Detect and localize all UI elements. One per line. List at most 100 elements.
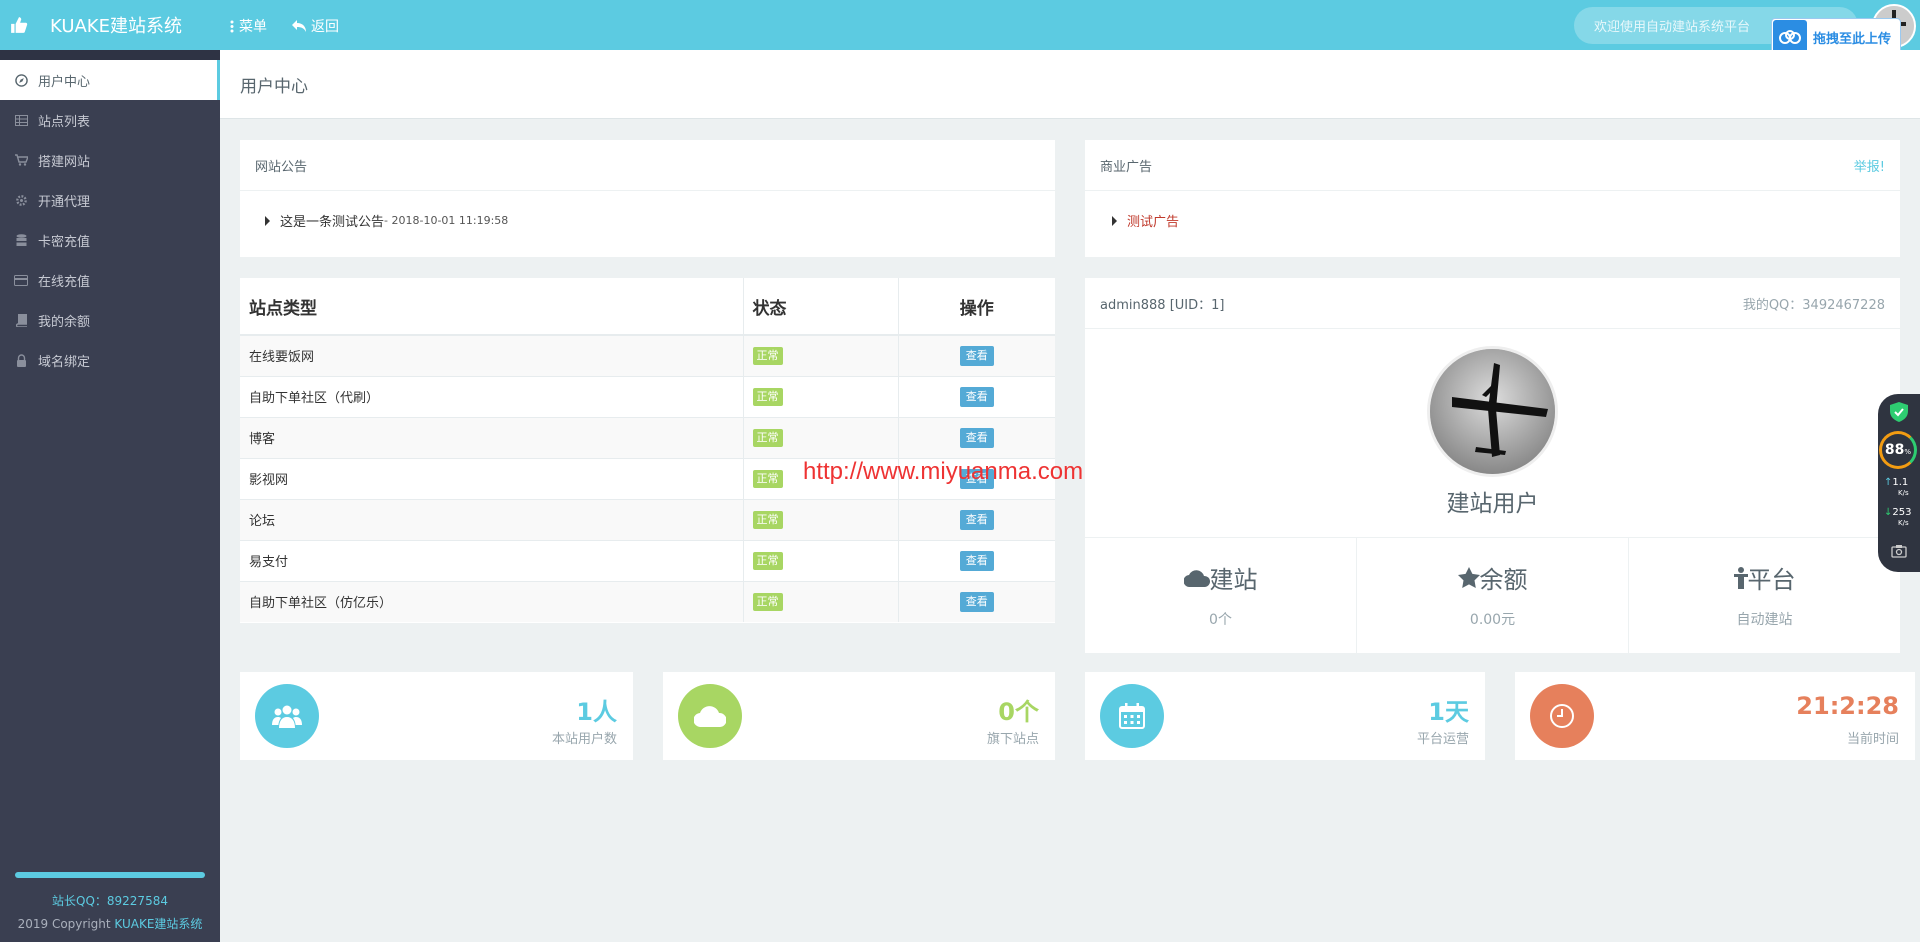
sidebar-item-online-recharge[interactable]: 在线充值 [0,260,220,300]
status-cell: 正常 [742,334,898,376]
sidebar-item-label: 我的余额 [38,314,91,330]
view-button[interactable]: 查看 [959,509,994,530]
view-button[interactable]: 查看 [959,345,994,366]
upload-speed: ↑1.1 K/s [1884,478,1909,498]
top-navbar: KUAKE建站系统 菜单 返回 欢迎使用自动建站系统平台 [0,0,1920,50]
action-cell: 查看 [897,539,1055,581]
ad-item[interactable]: 测试广告 [1085,191,1900,230]
user-identity: admin888 [UID：1] [1100,294,1224,313]
caret-right-icon [265,215,270,226]
download-speed-unit: K/s [1898,519,1909,527]
view-button[interactable]: 查看 [959,591,994,612]
site-type-panel: 站点类型 状态 操作 在线要饭网 正常 查看 自助下单社区（代刷） 正常 查看 … [240,278,1055,623]
shield-icon [1890,402,1908,422]
action-cell: 查看 [897,416,1055,458]
sidebar-item-label: 开通代理 [38,194,91,210]
stat-card-caption: 平台运营 [1416,732,1469,747]
back-label: 返回 [311,19,339,35]
report-link[interactable]: 举报! [1854,156,1885,175]
stat-card-caption: 旗下站点 [986,732,1039,747]
action-cell: 查看 [897,334,1055,376]
status-cell: 正常 [742,375,898,417]
notice-item-date: - 2018-10-01 11:19:58 [384,214,509,227]
user-uid: [UID：1] [1169,297,1225,313]
table-row: 自助下单社区（仿亿乐） 正常 查看 [240,580,1055,622]
book-icon [14,313,28,327]
view-button[interactable]: 查看 [959,427,994,448]
upload-speed-unit: K/s [1898,489,1909,497]
sidebar-item-site-list[interactable]: 站点列表 [0,100,220,140]
thumbs-up-icon [11,17,28,33]
col-header-status: 状态 [742,278,898,336]
user-role: 建站用户 [1446,491,1539,517]
database-icon [14,233,28,247]
users-icon [255,684,319,748]
status-badge: 正常 [752,551,783,570]
plane-avatar-icon [1430,349,1555,474]
back-link[interactable]: 返回 [292,16,339,36]
action-cell: 查看 [897,498,1055,540]
user-stats: 建站 0个 余额 0.00元 平台 自动建站 [1085,537,1900,653]
camera-icon[interactable] [1891,544,1907,558]
sidebar-item-card-recharge[interactable]: 卡密充值 [0,220,220,260]
user-profile-header: admin888 [UID：1] 我的QQ：3492467228 [1085,278,1900,329]
sidebar-progress-bar [15,872,205,878]
score-unit: % [1904,448,1912,456]
view-button[interactable]: 查看 [959,550,994,571]
lock-icon [14,353,28,367]
status-badge: 正常 [752,346,783,365]
ad-title: 商业广告 [1100,159,1153,175]
table-header-row: 站点类型 状态 操作 [240,278,1055,336]
stat-platform-label: 平台 [1747,566,1796,594]
download-speed-value: 253 [1892,507,1912,518]
status-badge: 正常 [752,510,783,529]
notice-panel-header: 网站公告 [240,140,1055,191]
system-monitor-widget[interactable]: 88% ↑1.1 K/s ↓253 K/s [1878,394,1920,572]
compass-icon [14,73,28,87]
site-type-name: 自助下单社区（仿亿乐） [240,580,743,622]
notice-item-text: 这是一条测试公告 [280,215,385,230]
cloud-icon [1183,569,1210,587]
ad-item-text: 测试广告 [1127,215,1180,230]
notice-panel: 网站公告 这是一条测试公告 - 2018-10-01 11:19:58 [240,140,1055,257]
sidebar: 用户中心 站点列表 搭建网站 开通代理 卡密充值 在线充值 我的余额 域名绑定 [0,50,220,942]
table-row: 博客 正常 查看 [240,416,1055,458]
stat-card-caption: 本站用户数 [551,732,617,747]
upload-label: 拖拽至此上传 [1813,31,1892,47]
menu-label: 菜单 [239,19,267,35]
stat-card-number: 1天 [1428,698,1469,726]
status-cell: 正常 [742,498,898,540]
table-icon [14,113,28,127]
copyright: 2019 Copyright KUAKE建站系统 [0,915,220,932]
stat-platform: 平台 自动建站 [1628,538,1900,653]
sidebar-item-label: 卡密充值 [38,234,91,250]
site-type-name: 影视网 [240,457,743,499]
menu-toggle[interactable]: 菜单 [230,16,267,36]
stat-platform-value: 自动建站 [1736,612,1793,628]
view-button[interactable]: 查看 [959,386,994,407]
notice-title: 网站公告 [255,159,308,175]
cloud-icon [678,684,742,748]
sidebar-item-build-site[interactable]: 搭建网站 [0,140,220,180]
calendar-icon [1100,684,1164,748]
stat-card-users: 1人 本站用户数 [240,672,633,760]
brand[interactable]: KUAKE建站系统 [0,0,220,50]
upload-speed-value: 1.1 [1892,477,1909,488]
site-type-name: 在线要饭网 [240,334,743,376]
gear-icon [14,193,28,207]
stat-sites-label: 建站 [1209,566,1258,594]
copyright-prefix: 2019 Copyright [17,917,115,931]
table-row: 自助下单社区（代刷） 正常 查看 [240,375,1055,417]
page-title: 用户中心 [220,50,1920,119]
sidebar-footer: 站长QQ：89227584 2019 Copyright KUAKE建站系统 [0,872,220,942]
sidebar-item-my-balance[interactable]: 我的余额 [0,300,220,340]
sidebar-item-domain-binding[interactable]: 域名绑定 [0,340,220,380]
site-type-name: 博客 [240,416,743,458]
stat-card-sites: 0个 旗下站点 [663,672,1055,760]
sidebar-item-open-agent[interactable]: 开通代理 [0,180,220,220]
sidebar-item-label: 在线充值 [38,274,91,290]
sidebar-item-user-center[interactable]: 用户中心 [0,60,220,100]
notice-item[interactable]: 这是一条测试公告 - 2018-10-01 11:19:58 [240,191,1055,230]
star-icon [1457,567,1480,588]
copyright-brand-link[interactable]: KUAKE建站系统 [114,917,202,931]
